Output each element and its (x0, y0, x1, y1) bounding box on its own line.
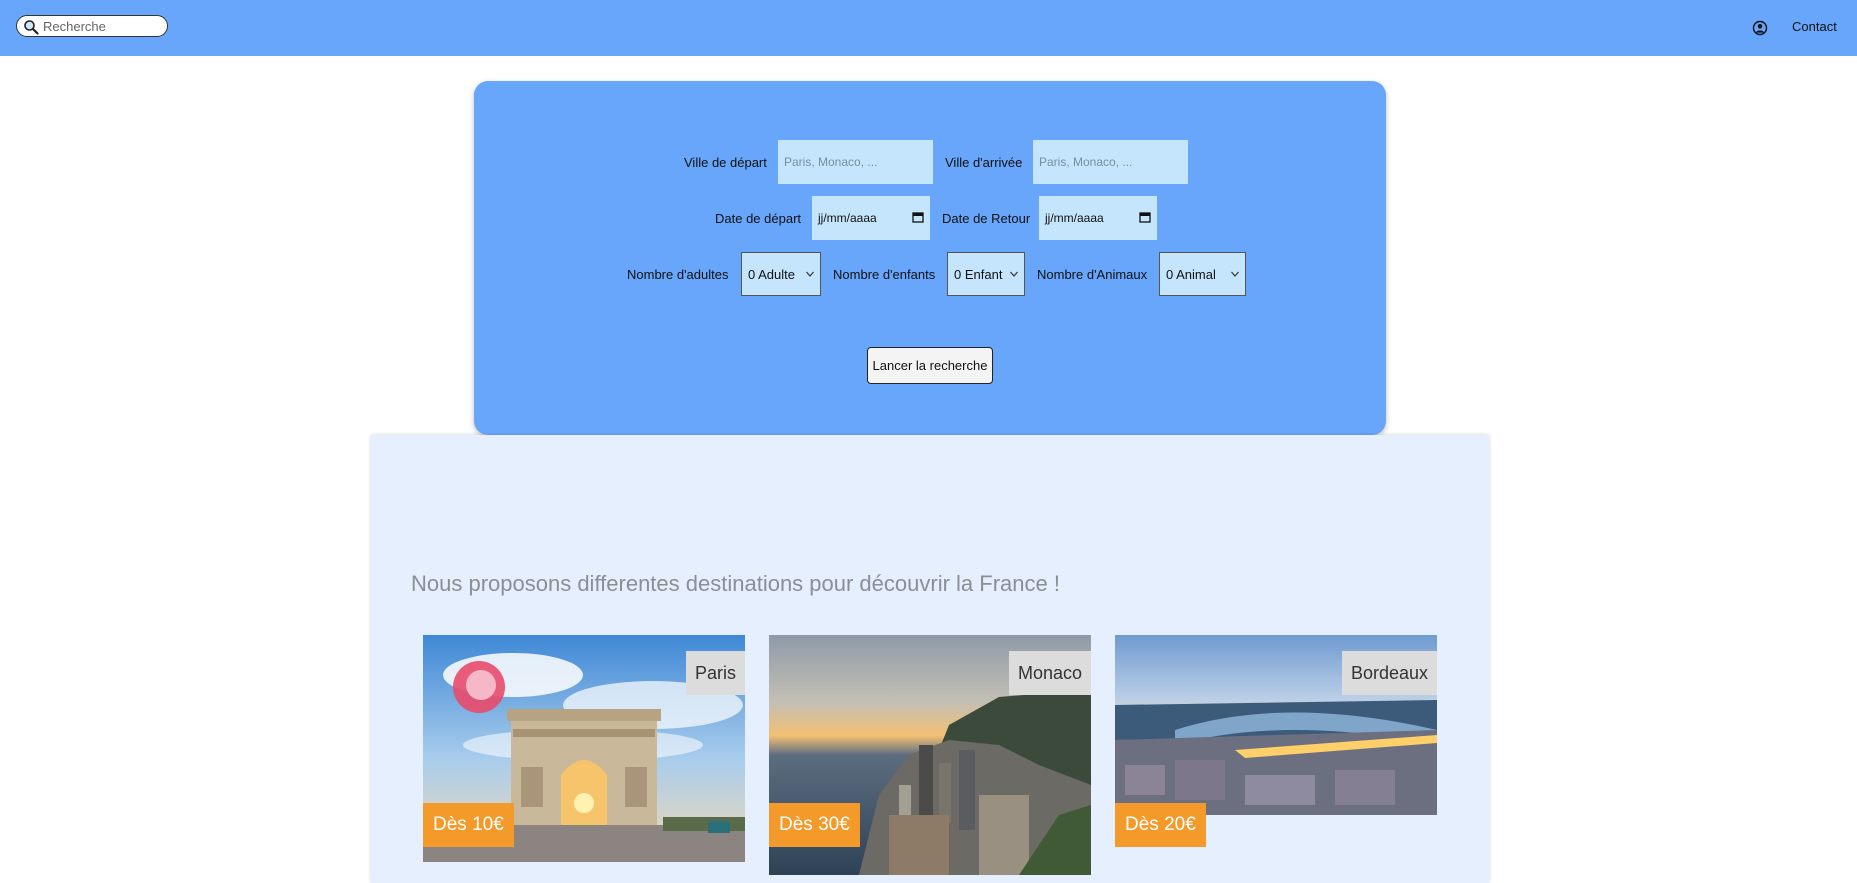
return-date-value: jj/mm/aaaa (1045, 211, 1104, 225)
departure-date-label: Date de départ (715, 211, 802, 226)
calendar-icon[interactable] (912, 211, 924, 223)
adults-label: Nombre d'adultes (627, 267, 729, 282)
destination-name: Bordeaux (1341, 651, 1437, 695)
search-icon (24, 20, 39, 35)
destination-name: Paris (685, 651, 745, 695)
arrival-city-input[interactable] (1033, 140, 1188, 184)
search-input[interactable] (43, 18, 161, 34)
chevron-down-icon (1010, 271, 1018, 277)
children-select[interactable]: 0 Enfant (947, 252, 1025, 296)
chevron-down-icon (1231, 271, 1239, 277)
children-label: Nombre d'enfants (833, 267, 936, 282)
departure-date-value: jj/mm/aaaa (818, 211, 877, 225)
calendar-icon[interactable] (1139, 211, 1151, 223)
arrival-city-label: Ville d'arrivée (945, 155, 1023, 170)
departure-city-input[interactable] (778, 140, 933, 184)
departure-city-label: Ville de départ (684, 155, 767, 170)
contact-link[interactable]: Contact (1792, 19, 1837, 34)
adults-value: 0 Adulte (748, 267, 795, 282)
adults-select[interactable]: 0 Adulte (741, 252, 821, 296)
destinations-title: Nous proposons differentes destinations … (411, 571, 1060, 596)
return-date-label: Date de Retour (942, 211, 1031, 226)
animals-label: Nombre d'Animaux (1037, 267, 1148, 282)
animals-select[interactable]: 0 Animal (1159, 252, 1246, 296)
destination-price: Dès 30€ (769, 803, 860, 847)
animals-value: 0 Animal (1166, 267, 1216, 282)
launch-search-button[interactable]: Lancer la recherche (867, 347, 993, 384)
departure-date-input[interactable]: jj/mm/aaaa (812, 196, 930, 240)
children-value: 0 Enfant (954, 267, 1003, 282)
return-date-input[interactable]: jj/mm/aaaa (1039, 196, 1157, 240)
user-account-icon[interactable] (1752, 20, 1768, 36)
top-navbar: Contact (0, 0, 1857, 56)
chevron-down-icon (806, 271, 814, 277)
destination-price: Dès 20€ (1115, 803, 1206, 847)
destination-price: Dès 10€ (423, 803, 514, 847)
destination-name: Monaco (1008, 651, 1091, 695)
search-box[interactable] (16, 15, 168, 37)
